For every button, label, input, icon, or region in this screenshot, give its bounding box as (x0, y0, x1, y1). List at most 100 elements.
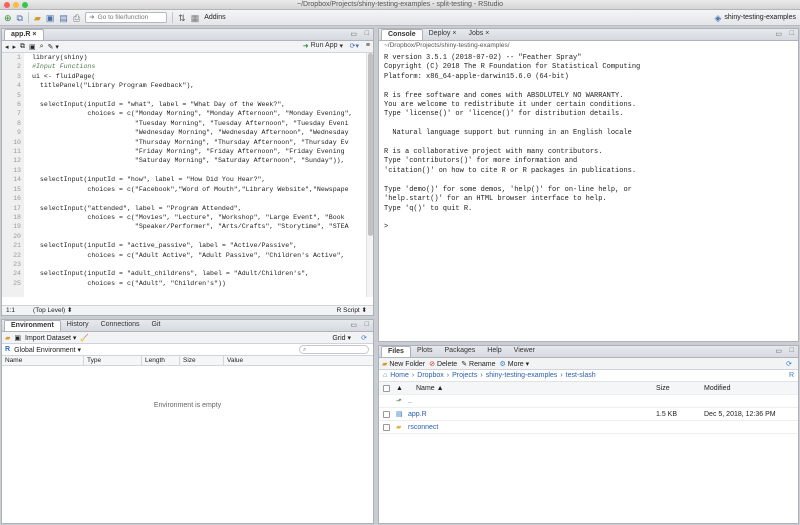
column-name[interactable]: Name (2, 356, 84, 365)
vcs-icon[interactable]: ⇅ (178, 12, 186, 24)
tab-environment[interactable]: Environment (4, 320, 61, 331)
file-checkbox[interactable] (383, 410, 390, 418)
folder-checkbox[interactable] (383, 423, 390, 431)
code-line[interactable]: "Tuesday Morning", "Tuesday Afternoon", … (32, 119, 353, 128)
open-workspace-icon[interactable]: ▰ (5, 334, 10, 342)
column-modified[interactable]: Modified (704, 385, 730, 392)
editor-scrollbar[interactable] (366, 53, 373, 297)
zoom-window-button[interactable] (22, 2, 28, 8)
publish-icon[interactable]: ⟳▾ (350, 42, 359, 50)
tab-files[interactable]: Files (381, 346, 411, 357)
new-project-icon[interactable]: ⧉ (17, 12, 23, 24)
delete-button[interactable]: ⊘ Delete (429, 360, 457, 368)
tab-app-r[interactable]: app.R × (4, 29, 44, 40)
breadcrumb-dropbox[interactable]: Dropbox (417, 372, 443, 379)
minimize-window-button[interactable] (13, 2, 19, 8)
save-workspace-icon[interactable]: ▣ (14, 334, 21, 342)
file-name-link[interactable]: app.R (408, 411, 656, 418)
breadcrumb-projects[interactable]: Projects (452, 372, 477, 379)
tab-viewer[interactable]: Viewer (508, 346, 541, 357)
tab-console[interactable]: Console (381, 29, 423, 40)
code-line[interactable]: selectInput(inputId = "how", label = "Ho… (32, 175, 353, 184)
import-dataset-menu[interactable]: Import Dataset ▾ (25, 334, 76, 342)
new-folder-button[interactable]: ▰ New Folder (382, 360, 425, 368)
open-file-icon[interactable]: ▰ (34, 12, 41, 24)
show-in-window-icon[interactable]: ⧉ (20, 43, 25, 51)
console-output[interactable]: R version 3.5.1 (2018-07-02) -- "Feather… (379, 50, 798, 237)
tab-jobs[interactable]: Jobs × (462, 29, 495, 40)
new-file-icon[interactable]: ⊕ (4, 12, 12, 24)
code-line[interactable]: "Speaker/Performer", "Arts/Crafts", "Sto… (32, 222, 353, 231)
scroll-thumb[interactable] (368, 53, 373, 236)
select-all-checkbox[interactable] (383, 384, 390, 392)
maximize-pane-icon[interactable]: □ (365, 321, 369, 328)
forward-icon[interactable]: ▸ (13, 43, 17, 51)
save-icon[interactable]: ▣ (29, 43, 36, 51)
rename-button[interactable]: ✎ Rename (461, 360, 495, 368)
tab-deploy[interactable]: Deploy × (423, 29, 463, 40)
column-size[interactable]: Size (656, 385, 704, 392)
breadcrumb-test-slash[interactable]: test-slash (566, 372, 596, 379)
refresh-icon[interactable]: ⟳ (786, 360, 792, 368)
r-project-icon[interactable]: R (789, 372, 794, 379)
back-icon[interactable]: ◂ (5, 43, 9, 51)
environment-search-input[interactable]: ⌕ (299, 345, 369, 354)
code-line[interactable]: titlePanel("Library Program Feedback"), (32, 81, 353, 90)
close-window-button[interactable] (4, 2, 10, 8)
tab-history[interactable]: History (61, 320, 95, 331)
code-line[interactable]: selectInput(inputId = "active_passive", … (32, 241, 353, 250)
console-working-directory[interactable]: ~/Dropbox/Projects/shiny-testing-example… (379, 41, 798, 50)
code-line[interactable]: selectInput("attended", label = "Program… (32, 204, 353, 213)
code-line[interactable] (32, 166, 353, 175)
code-editor[interactable]: 1 2 3 4 5 6 7 8 9 10 11 12 13 14 15 16 17 18 19 20 21 22 23 24 2… (2, 53, 365, 297)
tab-help[interactable]: Help (481, 346, 507, 357)
maximize-pane-icon[interactable]: □ (790, 347, 794, 354)
breadcrumb-home[interactable]: Home (390, 372, 409, 379)
code-line[interactable]: choices = c("Adult", "Children's")) (32, 279, 353, 288)
maximize-pane-icon[interactable]: □ (365, 30, 369, 37)
code-line[interactable] (32, 232, 353, 241)
minimize-pane-icon[interactable]: ▭ (775, 347, 782, 355)
file-type-menu[interactable]: R Script ⬍ (337, 306, 373, 315)
code-line[interactable]: choices = c("Facebook","Word of Mouth","… (32, 185, 353, 194)
code-line[interactable]: selectInput(inputId = "what", label = "W… (32, 100, 353, 109)
code-line[interactable] (32, 194, 353, 203)
code-line[interactable]: choices = c("Movies", "Lecture", "Worksh… (32, 213, 353, 222)
tab-connections[interactable]: Connections (95, 320, 146, 331)
code-line[interactable]: "Wednesday Morning", "Wednesday Afternoo… (32, 128, 353, 137)
column-type[interactable]: Type (84, 356, 142, 365)
parent-directory-row[interactable]: ⬏ .. (379, 395, 798, 408)
code-line[interactable] (32, 91, 353, 100)
maximize-pane-icon[interactable]: □ (790, 30, 794, 37)
code-lines[interactable]: library(shiny) #Input Functions ui <- flui… (32, 53, 353, 288)
folder-row[interactable]: ▰ rsconnect (379, 421, 798, 434)
view-mode-menu[interactable]: Grid ▾ (332, 334, 351, 342)
file-row[interactable]: ▤ app.R 1.5 KB Dec 5, 2018, 12:36 PM (379, 408, 798, 421)
tab-git[interactable]: Git (146, 320, 167, 331)
search-icon[interactable]: ⌕ (40, 43, 44, 51)
code-line[interactable]: choices = c("Monday Morning", "Monday Af… (32, 109, 352, 118)
scope-menu[interactable]: (Top Level) ⬍ (33, 306, 72, 315)
more-menu[interactable]: ⚙ More ▾ (500, 360, 530, 368)
environment-scope-menu[interactable]: Global Environment ▾ (14, 346, 81, 354)
code-line[interactable]: choices = c("Adult Active", "Adult Passi… (32, 251, 353, 260)
code-line[interactable]: "Saturday Morning", "Saturday Afternoon"… (32, 156, 353, 165)
code-line[interactable]: selectInput(inputId = "adult_childrens",… (32, 269, 353, 278)
minimize-pane-icon[interactable]: ▭ (775, 30, 782, 38)
column-size[interactable]: Size (180, 356, 224, 365)
clear-broom-icon[interactable]: 🧹 (80, 334, 89, 342)
minimize-pane-icon[interactable]: ▭ (350, 30, 357, 38)
save-all-icon[interactable]: ▤ (59, 12, 68, 24)
code-line[interactable]: #Input Functions (32, 62, 353, 71)
goto-file-input[interactable]: ➔ Go to file/function (85, 12, 168, 23)
column-length[interactable]: Length (142, 356, 180, 365)
run-app-button[interactable]: ➜ Run App ▾ (303, 42, 343, 50)
minimize-pane-icon[interactable]: ▭ (350, 321, 357, 329)
code-tools-icon[interactable]: ✎ ▾ (48, 43, 59, 51)
refresh-icon[interactable]: ⟳ (361, 334, 367, 342)
code-line[interactable]: "Friday Morning", "Friday Afternoon", "F… (32, 147, 353, 156)
code-line[interactable]: ui <- fluidPage( (32, 72, 353, 81)
code-line[interactable]: library(shiny) (32, 53, 353, 62)
folder-name-link[interactable]: rsconnect (408, 424, 656, 431)
save-icon[interactable]: ▣ (46, 12, 55, 24)
